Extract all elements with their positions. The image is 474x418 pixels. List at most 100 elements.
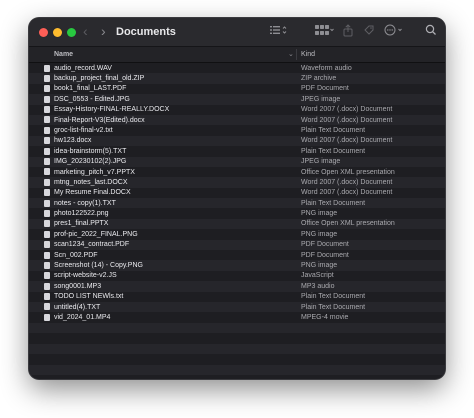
column-divider[interactable] [296, 49, 297, 60]
document-icon [44, 147, 50, 155]
document-icon [44, 178, 50, 186]
file-name: TODO LIST NEWls.txt [54, 293, 124, 301]
file-name: Scn_002.PDF [54, 251, 98, 259]
column-header: Name ⌄ Kind [29, 47, 445, 63]
document-icon [44, 313, 50, 321]
file-row[interactable]: DSC_0553 - Edited.JPG JPEG image [29, 94, 445, 105]
file-row[interactable]: book1_final_LAST.PDF PDF Document [29, 84, 445, 94]
file-row[interactable]: My Resume Final.DOCX Word 2007 (.docx) Do… [29, 188, 445, 198]
file-kind: Word 2007 (.docx) Document [301, 116, 393, 124]
file-name: script-website-v2.JS [54, 272, 117, 280]
file-row[interactable]: groc-list-final-v2.txt Plain Text Documen… [29, 125, 445, 135]
document-icon [44, 168, 50, 176]
file-row[interactable]: vid_2024_01.MP4 MPEG-4 movie [29, 312, 445, 322]
grid-group-icon[interactable] [314, 24, 334, 36]
file-kind: JPEG image [301, 95, 341, 103]
file-row[interactable]: prof-pic_2022_FINAL.PNG PNG image [29, 229, 445, 239]
file-kind: Word 2007 (.docx) Document [301, 178, 393, 186]
file-kind: Office Open XML presentation [301, 220, 395, 228]
file-kind: PDF Document [301, 85, 349, 93]
file-row[interactable]: mtng_notes_last.DOCX Word 2007 (.docx) Do… [29, 177, 445, 188]
empty-row [29, 364, 445, 375]
file-kind: MP3 audio [301, 282, 335, 290]
file-row[interactable]: song0001.MP3 MP3 audio [29, 281, 445, 292]
document-icon [44, 261, 50, 269]
file-row[interactable]: marketing_pitch_v7.PPTX Office Open XML p… [29, 167, 445, 177]
document-icon [44, 189, 50, 197]
file-row[interactable]: photo122522.png PNG image [29, 208, 445, 218]
file-kind: PDF Document [301, 241, 349, 249]
file-name: DSC_0553 - Edited.JPG [54, 95, 130, 103]
file-kind: Word 2007 (.docx) Document [301, 189, 393, 197]
file-row[interactable]: notes - copy(1).TXT Plain Text Document [29, 198, 445, 209]
minimize-button[interactable] [53, 28, 62, 37]
file-kind: JavaScript [301, 272, 334, 280]
file-kind: PNG image [301, 262, 338, 270]
file-kind: Plain Text Document [301, 126, 366, 134]
empty-row [29, 354, 445, 364]
chevron-right-icon[interactable]: › [101, 24, 106, 38]
document-icon [44, 199, 50, 207]
file-kind: Plain Text Document [301, 303, 366, 311]
zoom-button[interactable] [67, 28, 76, 37]
file-row[interactable]: Essay-History-FINAL-REALLY.DOCX Word 2007… [29, 105, 445, 115]
file-kind: Plain Text Document [301, 293, 366, 301]
file-row[interactable]: hw123.docx Word 2007 (.docx) Document [29, 135, 445, 147]
document-icon [44, 241, 50, 249]
file-row[interactable]: scan1234_contract.PDF PDF Document [29, 239, 445, 251]
file-name: Screenshot (14) - Copy.PNG [54, 262, 143, 270]
close-button[interactable] [39, 28, 48, 37]
file-list: audio_record.WAV Waveform audio backup_pro… [29, 63, 445, 323]
document-icon [44, 137, 50, 145]
finder-window: ‹ › Documents Name ⌄ Kind audio_record.W… [29, 18, 445, 379]
file-kind: JPEG image [301, 158, 341, 166]
file-row[interactable]: Final-Report-V3(Edited).docx Word 2007 (.… [29, 114, 445, 126]
empty-row [29, 343, 445, 355]
column-kind-header[interactable]: Kind [301, 51, 315, 58]
document-icon [44, 220, 50, 228]
document-icon [44, 282, 50, 290]
list-view-icon[interactable] [269, 24, 287, 36]
document-icon [44, 74, 50, 82]
tag-icon[interactable] [363, 24, 375, 36]
document-icon [44, 230, 50, 238]
file-name: My Resume Final.DOCX [54, 189, 131, 197]
search-icon[interactable] [425, 24, 437, 36]
file-name: untitled(4).TXT [54, 303, 101, 311]
chevron-down-icon[interactable]: ⌄ [288, 50, 294, 58]
file-name: hw123.docx [54, 137, 92, 145]
file-name: pres1_final.PPTX [54, 220, 109, 228]
file-row[interactable]: script-website-v2.JS JavaScript [29, 271, 445, 281]
file-kind: Waveform audio [301, 64, 352, 72]
file-kind: ZIP archive [301, 74, 337, 82]
file-row[interactable]: TODO LIST NEWls.txt Plain Text Document [29, 292, 445, 302]
ellipsis-circle-icon[interactable] [384, 24, 404, 36]
document-icon [44, 272, 50, 280]
document-icon [44, 251, 50, 259]
document-icon [44, 64, 50, 72]
file-kind: Word 2007 (.docx) Document [301, 137, 393, 145]
file-row[interactable]: pres1_final.PPTX Office Open XML presenta… [29, 218, 445, 230]
document-icon [44, 158, 50, 166]
file-kind: Office Open XML presentation [301, 168, 395, 176]
file-name: vid_2024_01.MP4 [54, 313, 111, 321]
file-kind: Plain Text Document [301, 199, 366, 207]
empty-row [29, 375, 445, 379]
share-icon[interactable] [343, 24, 353, 37]
file-row[interactable]: IMG_20230102(2).JPG JPEG image [29, 156, 445, 167]
file-kind: PNG image [301, 210, 338, 218]
file-row[interactable]: audio_record.WAV Waveform audio [29, 63, 445, 73]
column-name-header[interactable]: Name [54, 51, 73, 58]
document-icon [44, 303, 50, 311]
file-name: notes - copy(1).TXT [54, 199, 116, 207]
file-name: marketing_pitch_v7.PPTX [54, 168, 135, 176]
file-row[interactable]: Screenshot (14) - Copy.PNG PNG image [29, 260, 445, 271]
chevron-left-icon[interactable]: ‹ [83, 24, 88, 38]
empty-row [29, 323, 445, 334]
file-row[interactable]: Scn_002.PDF PDF Document [29, 250, 445, 260]
file-kind: PDF Document [301, 251, 349, 259]
file-row[interactable]: backup_project_final_old.ZIP ZIP archive [29, 73, 445, 84]
file-row[interactable]: idea-brainstorm(5).TXT Plain Text Documen… [29, 146, 445, 156]
document-icon [44, 126, 50, 134]
file-row[interactable]: untitled(4).TXT Plain Text Document [29, 301, 445, 313]
